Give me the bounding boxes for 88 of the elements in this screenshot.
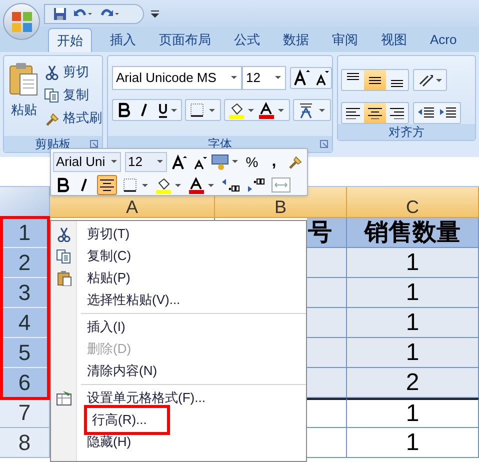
clipboard-icon <box>9 62 39 96</box>
ribbon-tab[interactable]: 审阅 <box>327 28 363 52</box>
dropdown-caret-icon[interactable] <box>274 75 282 81</box>
menu-item[interactable]: 隐藏(H) <box>51 431 306 453</box>
select-all-corner[interactable] <box>0 187 50 218</box>
grow-font-icon[interactable] <box>291 68 311 88</box>
menu-item[interactable]: 清除内容(N) <box>51 360 306 382</box>
ribbon-tab[interactable]: 公式 <box>229 28 265 52</box>
ribbon-tab[interactable]: Acro <box>425 28 462 52</box>
copy-icon <box>56 248 72 264</box>
scissors-icon <box>56 226 72 242</box>
accounting-format-icon[interactable] <box>211 153 239 171</box>
menu-item[interactable]: 剪切(T) <box>51 223 306 245</box>
table-cell: 1 <box>347 398 479 428</box>
office-logo-icon <box>10 10 32 32</box>
align-middle-icon <box>369 76 381 84</box>
table-cell <box>307 248 346 277</box>
align-right-icon <box>390 108 404 118</box>
ribbon-command[interactable]: 剪切 <box>44 62 102 82</box>
ribbon-tab[interactable]: 页面布局 <box>154 28 216 52</box>
table-cell: 1 <box>347 308 479 338</box>
table-cell: 2 <box>347 368 479 398</box>
font-size-combobox[interactable]: 12 <box>125 152 167 172</box>
table-cell: 1 <box>347 248 479 278</box>
phonetic-guide-icon[interactable] <box>297 101 327 119</box>
fill-color-icon[interactable] <box>155 176 183 194</box>
fill-color-icon[interactable] <box>228 102 256 118</box>
row-header[interactable]: 7 <box>0 398 50 428</box>
menu-item[interactable]: 复制(C) <box>51 245 306 267</box>
customize-toolbar-icon[interactable] <box>150 8 160 18</box>
borders-icon[interactable] <box>189 102 217 118</box>
ribbon-tab[interactable]: 开始 <box>48 28 92 52</box>
menu-item[interactable]: 选择性粘贴(V)... <box>51 289 306 311</box>
table-cell: 号 <box>307 218 346 247</box>
clipboard-icon <box>56 270 72 286</box>
ribbon-command[interactable]: 复制 <box>44 85 102 105</box>
dialog-launcher-icon[interactable] <box>90 140 98 148</box>
align-center-icon <box>368 108 382 118</box>
grow-font-icon[interactable] <box>171 154 187 170</box>
menu-item[interactable]: 粘贴(P) <box>51 267 306 289</box>
dialog-launcher-icon[interactable] <box>320 140 328 148</box>
table-cell <box>307 368 346 397</box>
font-size-combobox[interactable]: 12 <box>242 66 286 90</box>
row-header[interactable]: 8 <box>0 428 50 458</box>
menu-item[interactable]: 插入(I) <box>51 316 306 338</box>
align-left-icon <box>346 108 360 118</box>
comma-style-button[interactable]: , <box>265 150 283 174</box>
borders-icon[interactable] <box>122 177 150 193</box>
table-cell: 销售数量 <box>347 218 479 248</box>
column-header[interactable]: C <box>406 197 419 217</box>
column-header[interactable]: B <box>274 197 286 217</box>
decrease-decimal-icon[interactable] <box>246 177 266 193</box>
table-cell <box>307 278 346 307</box>
format-cells-icon <box>56 390 72 406</box>
align-center-button[interactable] <box>364 103 386 123</box>
table-cell: 1 <box>347 338 479 368</box>
dropdown-caret-icon[interactable] <box>156 159 164 165</box>
table-cell: 1 <box>347 278 479 308</box>
align-top-icon <box>347 73 359 80</box>
font-color-icon[interactable] <box>258 102 286 118</box>
dropdown-caret-icon[interactable] <box>110 159 118 165</box>
column-header[interactable]: A <box>126 197 138 217</box>
table-cell <box>307 308 346 337</box>
align-middle-button[interactable] <box>364 70 386 90</box>
text-orientation-icon[interactable] <box>417 72 443 88</box>
paste-button[interactable]: 粘贴 <box>4 56 44 136</box>
ribbon-tab[interactable]: 数据 <box>278 28 314 52</box>
dropdown-caret-icon[interactable] <box>230 75 238 81</box>
font-name-combobox[interactable]: Arial Unicode MS <box>112 66 242 90</box>
percent-style-button[interactable]: % <box>243 152 261 172</box>
align-bottom-icon <box>391 80 403 87</box>
underline-icon[interactable] <box>156 102 178 118</box>
menu-item[interactable]: 设置单元格格式(F)... <box>51 387 306 409</box>
center-align-button[interactable] <box>97 175 117 195</box>
bold-icon[interactable] <box>116 102 132 118</box>
font-color-icon[interactable] <box>188 176 216 194</box>
group-label: 对齐方 <box>388 126 424 138</box>
scissors-icon <box>44 64 60 80</box>
bold-icon[interactable] <box>55 177 71 193</box>
ribbon-tab[interactable]: 视图 <box>376 28 412 52</box>
increase-decimal-icon[interactable] <box>221 177 241 193</box>
table-cell <box>307 338 346 367</box>
save-icon[interactable] <box>53 6 67 20</box>
table-cell: 1 <box>347 428 479 458</box>
copy-icon <box>44 87 60 103</box>
ribbon-tab[interactable]: 插入 <box>105 28 141 52</box>
ribbon-command[interactable]: 格式刷 <box>44 108 102 128</box>
font-name-combobox[interactable]: Arial Uni <box>53 152 121 172</box>
